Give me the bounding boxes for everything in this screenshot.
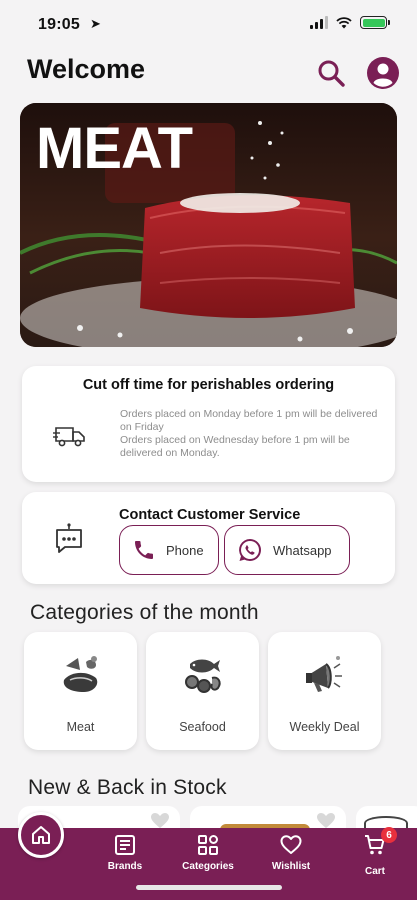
nav-label: Categories bbox=[182, 861, 234, 872]
home-button[interactable] bbox=[18, 812, 64, 858]
whatsapp-button[interactable]: Whatsapp bbox=[224, 525, 350, 575]
cutoff-title: Cut off time for perishables ordering bbox=[82, 377, 335, 393]
status-time: 19:05 bbox=[38, 16, 80, 33]
status-icons bbox=[310, 16, 390, 29]
cart-icon-wrap: 6 bbox=[363, 827, 397, 862]
whatsapp-icon bbox=[237, 537, 263, 563]
account-button[interactable] bbox=[366, 56, 400, 90]
cutoff-details: Orders placed on Monday before 1 pm will… bbox=[120, 408, 385, 460]
heart-icon bbox=[280, 835, 302, 854]
cart-count-badge: 6 bbox=[381, 827, 397, 843]
whatsapp-label: Whatsapp bbox=[273, 542, 332, 558]
chatbot-icon bbox=[56, 523, 82, 553]
nav-label: Wishlist bbox=[271, 861, 311, 872]
phone-icon bbox=[132, 538, 156, 562]
wifi-icon bbox=[336, 16, 352, 28]
signal-icon bbox=[310, 16, 328, 29]
status-bar: 19:05 ➤ bbox=[0, 0, 417, 48]
cutoff-card: Cut off time for perishables ordering Or… bbox=[22, 366, 395, 482]
phone-label: Phone bbox=[166, 542, 204, 558]
category-label: Meat bbox=[66, 720, 95, 734]
hero-title: MEAT bbox=[36, 116, 193, 181]
battery-icon bbox=[360, 16, 390, 29]
home-icon bbox=[32, 826, 50, 844]
search-icon bbox=[318, 60, 345, 87]
nav-label: Brands bbox=[107, 861, 143, 872]
nav-label: Cart bbox=[364, 866, 385, 877]
cutoff-line: Orders placed on Wednesday before 1 pm w… bbox=[120, 434, 350, 459]
nav-item-wishlist[interactable]: Wishlist bbox=[256, 833, 326, 872]
meat-icon bbox=[24, 650, 137, 702]
contact-card: Contact Customer Service Phone Whatsapp bbox=[22, 492, 395, 584]
account-icon bbox=[367, 57, 399, 89]
category-card-meat[interactable]: Meat bbox=[24, 632, 137, 750]
nav-item-categories[interactable]: Categories bbox=[173, 833, 243, 872]
cutoff-line: Orders placed on Monday before 1 pm will… bbox=[120, 408, 378, 433]
category-card-seafood[interactable]: Seafood bbox=[146, 632, 259, 750]
category-label: Seafood bbox=[179, 720, 226, 734]
search-button[interactable] bbox=[314, 56, 348, 90]
megaphone-icon bbox=[268, 650, 381, 702]
nav-item-cart[interactable]: 6 Cart bbox=[340, 827, 410, 877]
page-title: Welcome bbox=[27, 54, 146, 84]
location-arrow-icon: ➤ bbox=[90, 16, 101, 31]
hero-banner[interactable]: MEAT bbox=[20, 103, 397, 347]
brands-icon bbox=[115, 835, 135, 855]
categories-icon bbox=[198, 835, 218, 855]
new-in-stock-section-title: New & Back in Stock bbox=[28, 776, 227, 799]
delivery-truck-icon bbox=[53, 427, 85, 447]
contact-title: Contact Customer Service bbox=[119, 507, 301, 523]
home-indicator bbox=[136, 885, 282, 890]
nav-item-brands[interactable]: Brands bbox=[90, 833, 160, 872]
category-card-weekly-deal[interactable]: Weekly Deal bbox=[268, 632, 381, 750]
category-label: Weekly Deal bbox=[289, 720, 360, 734]
categories-section-title: Categories of the month bbox=[30, 601, 259, 624]
seafood-icon bbox=[146, 650, 259, 702]
phone-button[interactable]: Phone bbox=[119, 525, 219, 575]
